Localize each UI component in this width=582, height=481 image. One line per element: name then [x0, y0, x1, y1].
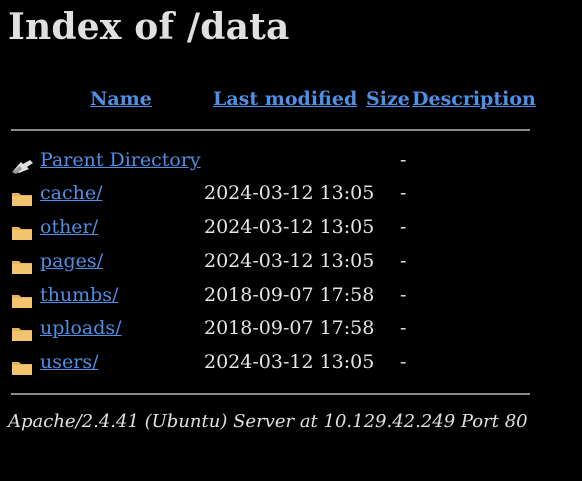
folder-link-uploads[interactable]: uploads/: [40, 317, 122, 339]
folder-icon: [11, 224, 33, 246]
folder-link-thumbs[interactable]: thumbs/: [40, 284, 118, 306]
modified-date: 2024-03-12 13:05: [204, 351, 375, 373]
server-signature: Apache/2.4.41 (Ubuntu) Server at 10.129.…: [8, 411, 528, 432]
file-size: -: [400, 250, 407, 272]
folder-icon: [11, 258, 33, 280]
file-size: -: [400, 284, 407, 306]
folder-link-other[interactable]: other/: [40, 216, 98, 238]
folder-link-users[interactable]: users/: [40, 351, 98, 373]
sort-by-name-link[interactable]: Name: [90, 88, 152, 110]
sort-by-size-link[interactable]: Size: [366, 88, 410, 110]
modified-date: 2024-03-12 13:05: [204, 182, 375, 204]
modified-date: 2018-09-07 17:58: [204, 317, 375, 339]
folder-icon: [11, 292, 33, 314]
list-item-pages: pages/ 2024-03-12 13:05 -: [0, 250, 560, 280]
folder-icon: [11, 325, 33, 347]
list-item-parent-directory: Parent Directory -: [0, 149, 560, 179]
modified-date: 2024-03-12 13:05: [204, 216, 375, 238]
file-size: -: [400, 182, 407, 204]
page-title: Index of /data: [8, 6, 290, 48]
list-item-cache: cache/ 2024-03-12 13:05 -: [0, 182, 560, 212]
modified-date: 2018-09-07 17:58: [204, 284, 375, 306]
file-size: -: [400, 317, 407, 339]
bottom-divider: [11, 393, 530, 395]
folder-link-cache[interactable]: cache/: [40, 182, 103, 204]
list-item-thumbs: thumbs/ 2018-09-07 17:58 -: [0, 284, 560, 314]
folder-link-pages[interactable]: pages/: [40, 250, 103, 272]
folder-icon: [11, 359, 33, 381]
folder-icon: [11, 190, 33, 212]
top-divider: [11, 129, 530, 131]
file-size: -: [400, 149, 407, 171]
parent-directory-link[interactable]: Parent Directory: [40, 149, 201, 171]
modified-date: 2024-03-12 13:05: [204, 250, 375, 272]
list-item-users: users/ 2024-03-12 13:05 -: [0, 351, 560, 381]
list-item-uploads: uploads/ 2018-09-07 17:58 -: [0, 317, 560, 347]
list-item-other: other/ 2024-03-12 13:05 -: [0, 216, 560, 246]
file-size: -: [400, 216, 407, 238]
file-size: -: [400, 351, 407, 373]
back-icon: [11, 157, 35, 180]
sort-by-description-link[interactable]: Description: [412, 88, 536, 110]
sort-by-last-modified-link[interactable]: Last modified: [213, 88, 357, 110]
